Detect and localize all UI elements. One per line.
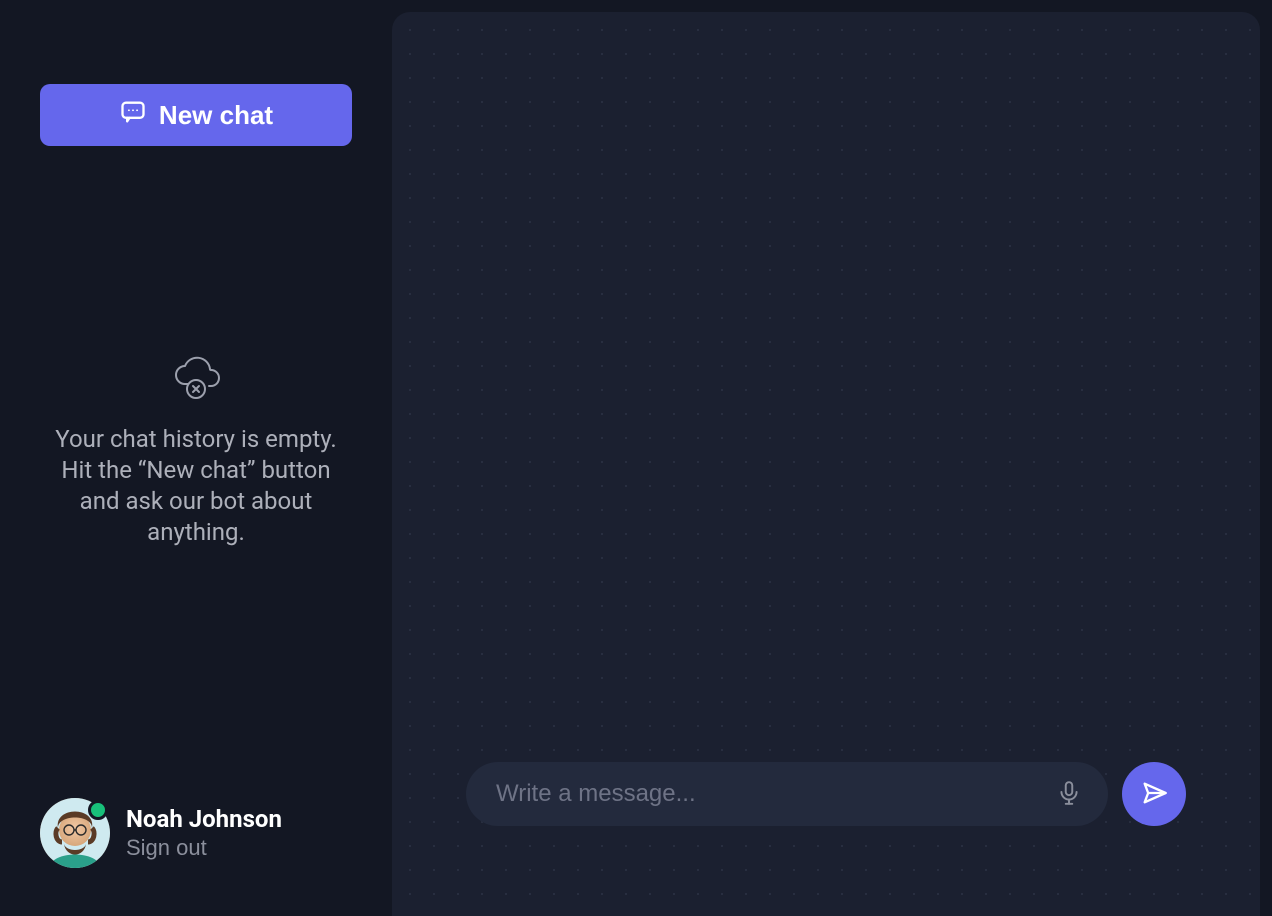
user-meta: Noah Johnson Sign out: [126, 805, 282, 862]
message-input-wrap[interactable]: [466, 762, 1108, 826]
username: Noah Johnson: [126, 805, 282, 834]
sign-out-button[interactable]: Sign out: [126, 835, 207, 861]
chat-panel: [392, 12, 1260, 916]
cloud-x-icon: [171, 356, 221, 400]
app-root: New chat Your chat history is empty. Hit…: [0, 0, 1272, 916]
send-icon: [1140, 779, 1168, 810]
empty-state-text: Your chat history is empty. Hit the “New…: [40, 424, 352, 549]
microphone-icon: [1056, 780, 1082, 809]
empty-state: Your chat history is empty. Hit the “New…: [40, 106, 352, 798]
sidebar: New chat Your chat history is empty. Hit…: [0, 0, 392, 916]
status-online-icon: [88, 800, 108, 820]
composer: [466, 762, 1186, 826]
mic-button[interactable]: [1050, 774, 1088, 815]
send-button[interactable]: [1122, 762, 1186, 826]
user-row: Noah Johnson Sign out: [40, 798, 352, 868]
avatar-wrap: [40, 798, 110, 868]
message-input[interactable]: [496, 780, 1050, 808]
